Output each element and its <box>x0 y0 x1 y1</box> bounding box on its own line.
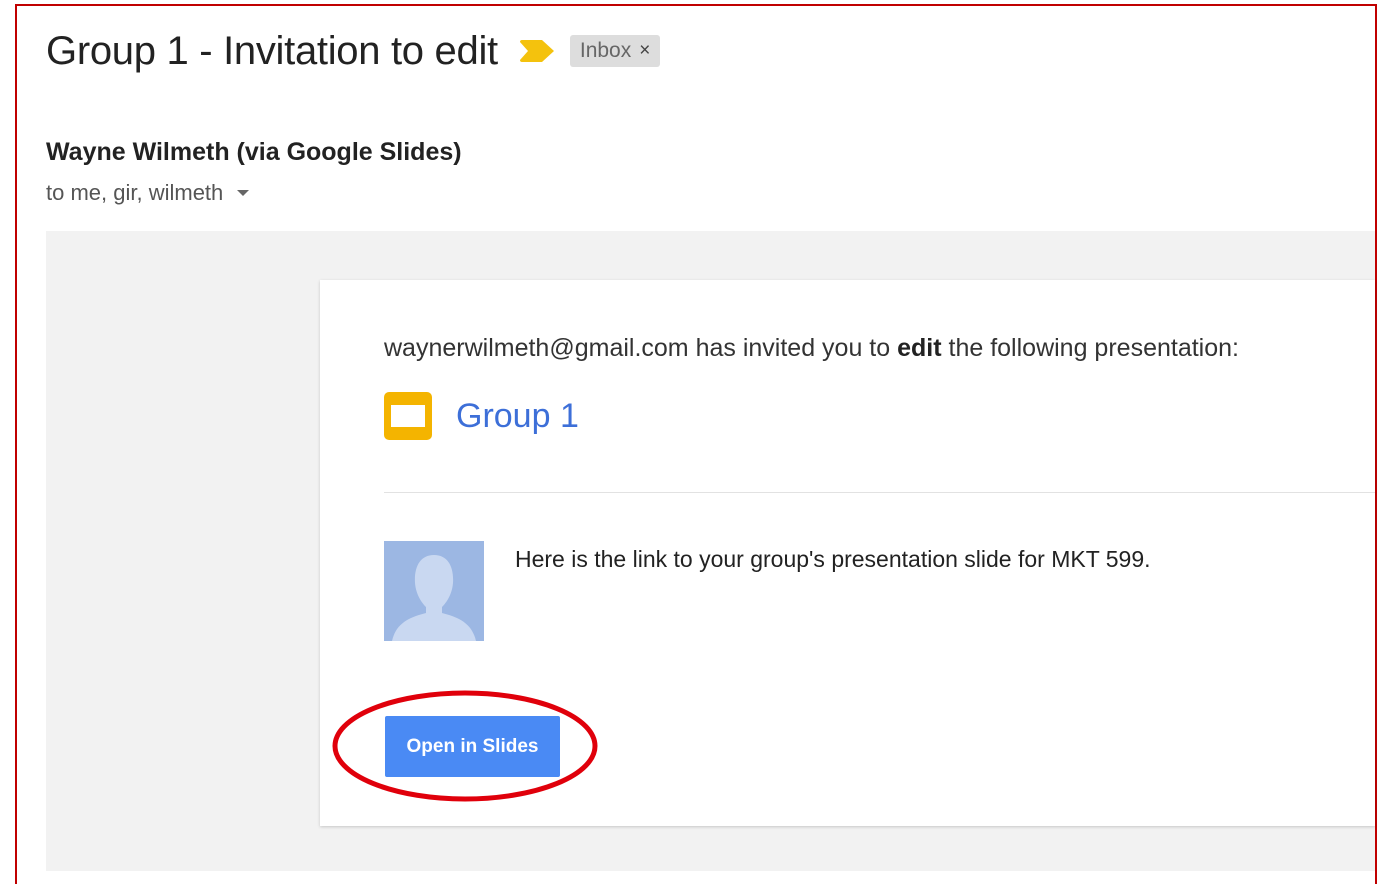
chevron-down-icon[interactable] <box>237 190 250 196</box>
recipients-text: to me, gir, wilmeth <box>46 180 224 205</box>
invite-text-after: the following presentation: <box>941 334 1239 362</box>
invitation-text: waynerwilmeth@gmail.com has invited you … <box>384 334 1239 363</box>
email-subject: Group 1 - Invitation to edit <box>46 28 498 73</box>
default-avatar-icon <box>384 541 484 641</box>
permission-level: edit <box>897 334 942 362</box>
sender-name[interactable]: Wayne Wilmeth (via Google Slides) <box>46 138 462 167</box>
subject-header: Group 1 - Invitation to edit Inbox × <box>46 26 661 76</box>
inbox-label-text: Inbox <box>579 39 632 62</box>
invite-text-before: has invited you to <box>688 334 898 362</box>
open-in-slides-button[interactable]: Open in Slides <box>385 716 560 777</box>
card-divider <box>384 492 1375 493</box>
personal-message: Here is the link to your group's present… <box>515 546 1151 572</box>
document-title-link[interactable]: Group 1 <box>456 397 579 436</box>
inbox-label[interactable]: Inbox × <box>569 35 661 67</box>
close-icon[interactable]: × <box>639 35 650 67</box>
importance-marker-icon[interactable] <box>519 40 554 62</box>
google-slides-icon <box>384 392 432 440</box>
recipients-row[interactable]: to me, gir, wilmeth <box>46 180 250 206</box>
shared-document[interactable]: Group 1 <box>384 390 579 442</box>
inviter-email: waynerwilmeth@gmail.com <box>384 334 689 362</box>
